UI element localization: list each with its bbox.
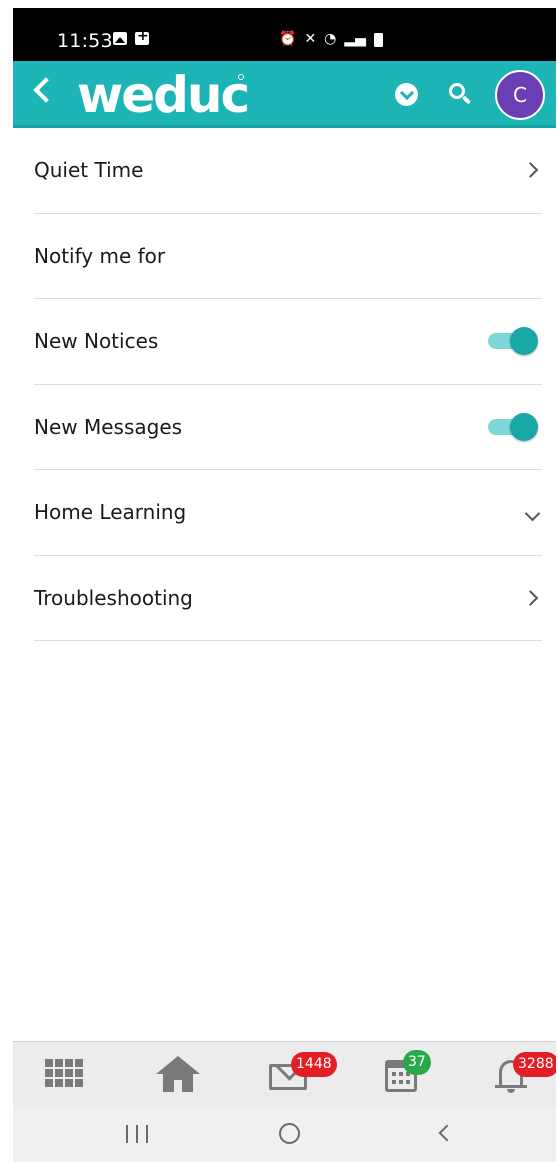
battery-icon [373,33,383,47]
row-label: New Messages [34,414,183,439]
settings-row-new-messages: New Messages [34,385,542,470]
notifications-badge: 3288 [513,1052,556,1077]
row-label: Troubleshooting [34,585,193,610]
app-notification-icon [135,28,149,45]
avatar[interactable]: C [495,70,545,120]
settings-row-new-notices: New Notices [34,299,542,385]
row-label: Quiet Time [34,158,144,183]
logo-registered-mark [238,74,244,80]
home-icon[interactable] [156,1056,200,1094]
settings-list: Quiet Time Notify me for New Notices New… [34,128,542,641]
chevron-right-icon [522,589,539,606]
bottom-tab-bar: 1448 37 3288 [13,1041,556,1107]
row-label: New Notices [34,329,159,354]
system-nav-bar [13,1107,556,1162]
alarm-icon: ⏰ [279,31,297,47]
mail-badge: 1448 [291,1052,337,1077]
new-notices-toggle[interactable] [486,326,538,356]
new-messages-toggle[interactable] [486,412,538,442]
recent-apps-icon[interactable] [126,1125,148,1143]
mute-icon: ✕ [304,31,317,47]
search-icon[interactable] [449,83,472,105]
chevron-down-icon [524,505,541,522]
section-label: Notify me for [34,243,166,268]
settings-row-quiet-time[interactable]: Quiet Time [34,128,542,214]
apps-grid-icon[interactable] [45,1059,83,1090]
status-time: 11:53 [57,30,113,52]
signal-icon: ▂▄ [344,31,366,47]
back-nav-icon[interactable] [438,1124,456,1142]
wifi-icon: ◔ [324,31,337,47]
gallery-notification-icon [113,32,127,45]
settings-section-notify: Notify me for [34,214,542,299]
chevron-right-icon [522,162,539,179]
home-circle-icon[interactable] [279,1123,300,1144]
weduc-logo: weduc [77,66,250,124]
check-circle-icon[interactable] [395,83,418,106]
settings-row-troubleshooting[interactable]: Troubleshooting [34,556,542,641]
status-bar: 11:53 ⏰ ✕ ◔ ▂▄ [13,8,556,61]
row-label: Home Learning [34,500,187,525]
back-arrow-icon[interactable] [33,77,59,103]
calendar-badge: 37 [403,1050,431,1075]
settings-row-home-learning[interactable]: Home Learning [34,470,542,556]
app-header: weduc C [13,61,556,128]
app-frame: 11:53 ⏰ ✕ ◔ ▂▄ weduc C Quiet Time Notify [13,8,556,1162]
